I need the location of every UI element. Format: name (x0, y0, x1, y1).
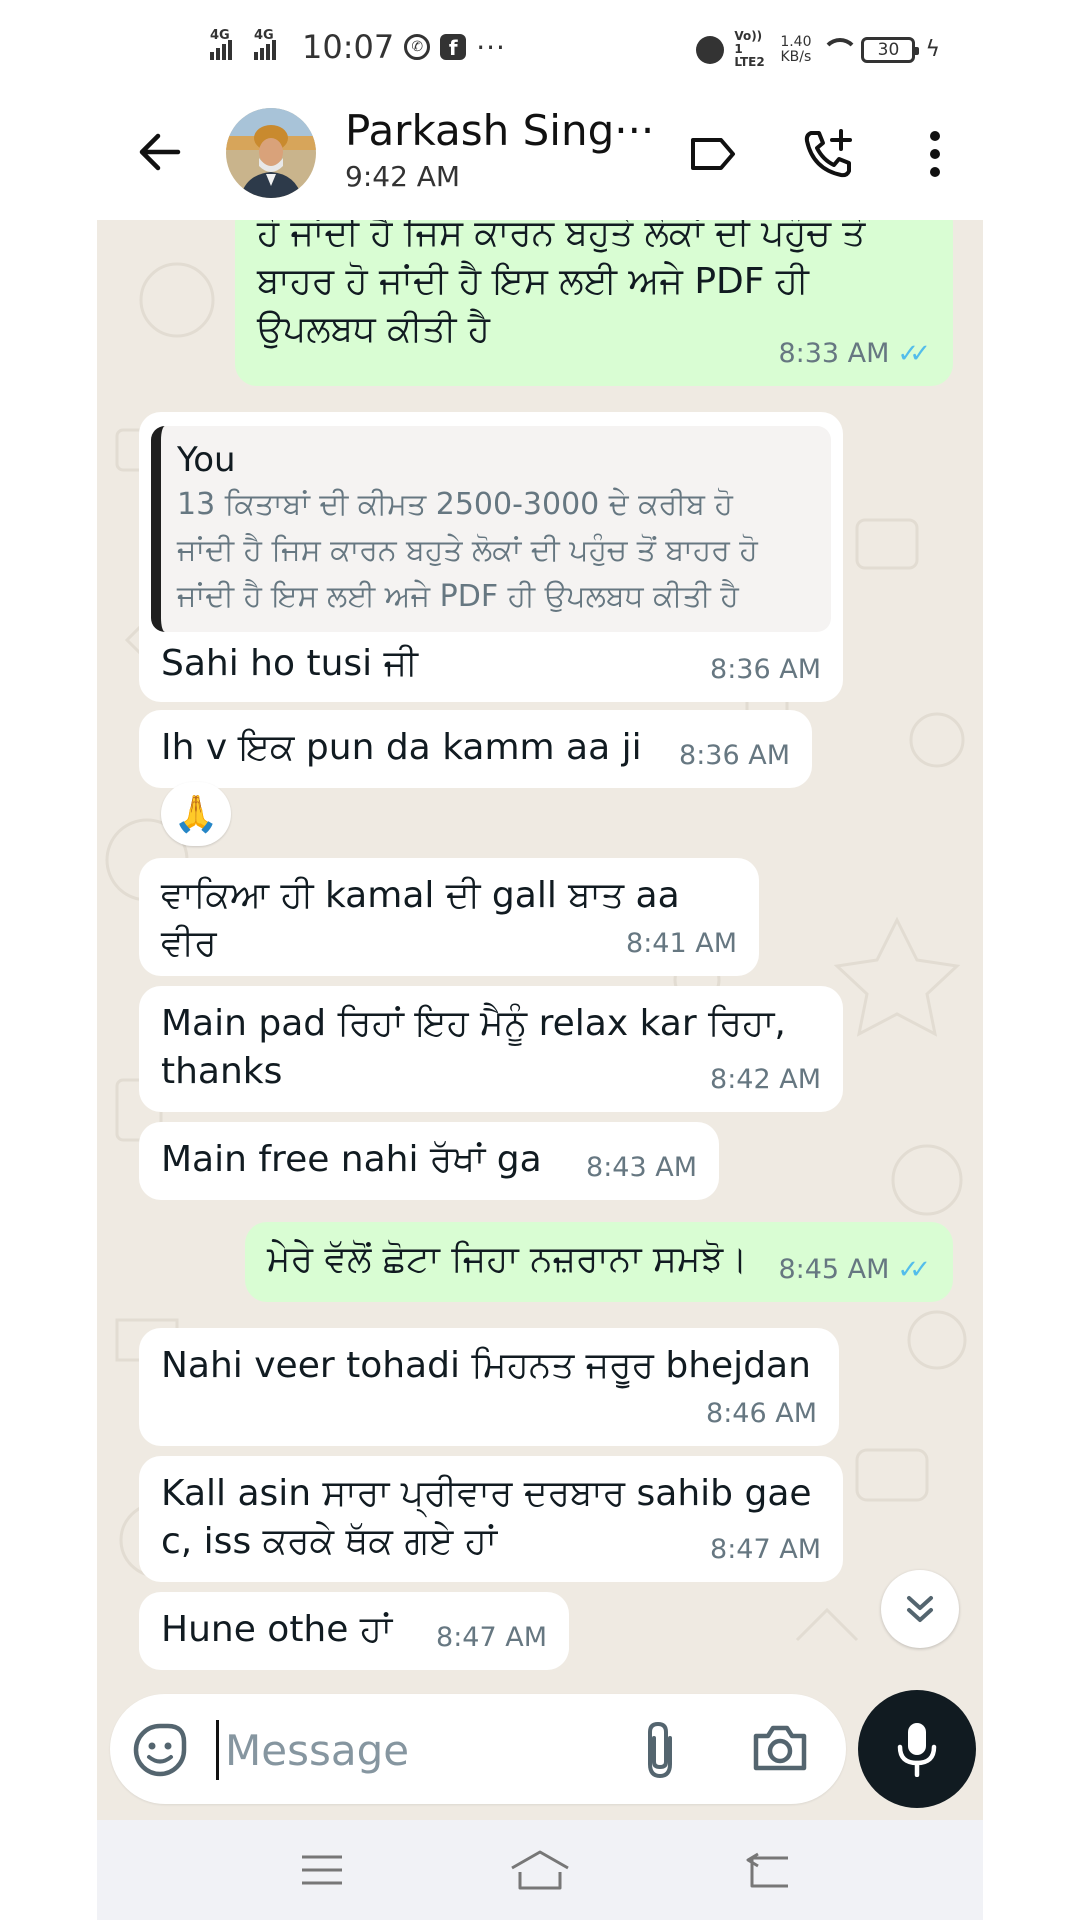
message-text: Main pad ਰਿਹਾਂ ਇਹ ਮੈਨੂੰ relax kar ਰਿਹਾ, (161, 1003, 786, 1044)
attach-button[interactable] (640, 1720, 696, 1780)
scroll-to-bottom-button[interactable] (881, 1570, 959, 1648)
alarm-icon (696, 35, 725, 64)
double-chevron-down-icon (907, 1596, 933, 1622)
add-call-button[interactable] (796, 122, 860, 186)
message-meta: 8:41 AM (626, 920, 737, 968)
more-vertical-icon (930, 131, 940, 177)
status-bar: 4G 4G 10:07 ✆ f ··· Vo)) 1 LTE2 1.40 KB/… (0, 0, 1080, 100)
message-meta: 8:43 AM (586, 1144, 697, 1192)
camera-button[interactable] (750, 1722, 810, 1778)
whatsapp-notification-icon: ✆ (404, 34, 431, 60)
paperclip-icon (648, 1721, 672, 1779)
praying-hands-emoji: 🙏 (173, 794, 219, 835)
quote-text: ਜਾਂਦੀ ਹੈ ਜਿਸ ਕਾਰਨ ਬਹੁਤੇ ਲੋਕਾਂ ਦੀ ਪਹੁੰਚ ਤ… (177, 533, 758, 568)
message-text: Nahi veer tohadi ਮਿਹਨਤ ਜਰੂਰ bhejdan (161, 1345, 811, 1386)
message-time: 8:47 AM (710, 1534, 821, 1565)
home-icon (511, 1850, 569, 1890)
message-bubble-incoming[interactable]: Nahi veer tohadi ਮਿਹਨਤ ਜਰੂਰ bhejdan 8:46… (139, 1328, 839, 1446)
message-bubble-incoming[interactable]: Hune othe ਹਾਂ 8:47 AM (139, 1592, 569, 1670)
message-bubble-incoming[interactable]: Ih v ਇਕ pun da kamm aa ji 8:36 AM (139, 710, 812, 788)
microphone-icon (897, 1723, 937, 1777)
label-button[interactable] (680, 122, 744, 186)
message-bubble-incoming[interactable]: Kall asin ਸਾਰਾ ਪ੍ਰੀਵਾਰ ਦਰਬਾਰ sahib gae c… (139, 1456, 843, 1582)
message-text: ਹੋ ਜਾਂਦੀ ਹੈ ਜਿਸ ਕਾਰਨ ਬਹੁਤੇ ਲੋਕਾਂ ਦੀ ਪਹੁੰ… (257, 220, 866, 254)
message-bubble-outgoing[interactable]: ਹੋ ਜਾਂਦੀ ਹੈ ਜਿਸ ਕਾਰਨ ਬਹੁਤੇ ਲੋਕਾਂ ਦੀ ਪਹੁੰ… (235, 220, 953, 386)
contact-photo (226, 108, 316, 198)
message-bubble-incoming[interactable]: You 13 ਕਿਤਾਬਾਂ ਦੀ ਕੀਮਤ 2500-3000 ਦੇ ਕਰੀਬ… (139, 412, 843, 702)
message-meta: 8:46 AM (706, 1390, 817, 1438)
message-time: 8:43 AM (586, 1152, 697, 1183)
message-meta: 8:33 AM ✓✓ (778, 330, 931, 378)
message-text: Kall asin ਸਾਰਾ ਪ੍ਰੀਵਾਰ ਦਰਬਾਰ sahib gae (161, 1473, 812, 1514)
back-button[interactable] (130, 122, 190, 182)
quoted-message[interactable]: You 13 ਕਿਤਾਬਾਂ ਦੀ ਕੀਮਤ 2500-3000 ਦੇ ਕਰੀਬ… (151, 426, 831, 632)
message-time: 8:42 AM (710, 1064, 821, 1095)
contact-name[interactable]: Parkash Sing··· (345, 106, 655, 155)
message-time: 8:47 AM (436, 1622, 547, 1653)
more-notifications-icon: ··· (476, 30, 506, 64)
sticker-button[interactable] (132, 1722, 188, 1778)
wifi-icon (821, 37, 860, 62)
message-time: 8:46 AM (706, 1398, 817, 1429)
message-time: 8:33 AM (778, 338, 890, 369)
read-receipt-icon: ✓✓ (897, 1255, 930, 1285)
message-time: 8:41 AM (626, 928, 737, 959)
message-bubble-incoming[interactable]: Main pad ਰਿਹਾਂ ਇਹ ਮੈਨੂੰ relax kar ਰਿਹਾ, … (139, 986, 843, 1112)
network-type-label: 4G (210, 28, 230, 43)
recent-apps-button[interactable] (292, 1846, 352, 1894)
home-button[interactable] (510, 1846, 570, 1894)
network-speed-value: 1.40 (780, 33, 812, 50)
message-composer (110, 1694, 846, 1804)
voice-message-button[interactable] (858, 1690, 976, 1808)
back-nav-button[interactable] (737, 1846, 797, 1894)
chat-header: Parkash Sing··· 9:42 AM (0, 100, 1080, 220)
avatar[interactable] (226, 108, 316, 198)
quote-author: You (177, 440, 236, 480)
arrow-left-icon (139, 133, 181, 171)
message-meta: 8:36 AM (679, 732, 790, 780)
message-meta: 8:42 AM (710, 1056, 821, 1104)
menu-lines-icon (302, 1855, 342, 1885)
message-time: 8:36 AM (710, 654, 821, 685)
network-speed: 1.40 KB/s (780, 33, 812, 65)
system-navigation-bar (97, 1820, 983, 1920)
chat-area[interactable]: ਹੋ ਜਾਂਦੀ ਹੈ ਜਿਸ ਕਾਰਨ ਬਹੁਤੇ ਲੋਕਾਂ ਦੀ ਪਹੁੰ… (97, 220, 983, 1698)
message-bubble-incoming[interactable]: Main free nahi ਰੱਖਾਂ ga 8:43 AM (139, 1122, 719, 1200)
signal-strength-icon: 4G (210, 28, 244, 60)
read-receipt-icon: ✓✓ (897, 339, 930, 369)
battery-icon: 30 (861, 36, 920, 63)
message-bubble-outgoing[interactable]: ਮੇਰੇ ਵੱਲੋਂ ਛੋਟਾ ਜਿਹਾ ਨਜ਼ਰਾਨਾ ਸਮਝੋ। 8:45 … (245, 1222, 953, 1302)
message-bubble-incoming[interactable]: ਵਾਕਿਆ ਹੀ kamal ਦੀ gall ਬਾਤ aa ਵੀਰ 8:41 A… (139, 858, 759, 976)
last-seen: 9:42 AM (345, 160, 461, 193)
message-meta: 8:47 AM (710, 1526, 821, 1574)
message-text: ਬਾਹਰ ਹੋ ਜਾਂਦੀ ਹੈ ਇਸ ਲਈ ਅਜੇ PDF ਹੀ (257, 261, 809, 302)
message-input[interactable] (216, 1720, 636, 1780)
message-time: 8:45 AM (778, 1254, 890, 1285)
message-meta: 8:36 AM (710, 646, 821, 694)
volte-indicator: Vo)) 1 LTE2 (734, 29, 765, 69)
message-meta: 8:47 AM (436, 1614, 547, 1662)
camera-icon (753, 1725, 807, 1771)
more-options-button[interactable] (903, 122, 967, 186)
message-time: 8:36 AM (679, 740, 790, 771)
clock: 10:07 (302, 28, 395, 66)
sticker-icon (133, 1723, 187, 1777)
quote-text: ਜਾਂਦੀ ਹੈ ਇਸ ਲਈ ਅਜੇ PDF ਹੀ ਉਪਲਬਧ ਕੀਤੀ ਹੈ (177, 579, 739, 614)
back-nav-icon (746, 1852, 788, 1888)
message-reaction[interactable]: 🙏 (161, 782, 231, 846)
add-call-icon (804, 129, 852, 178)
quote-text: 13 ਕਿਤਾਬਾਂ ਦੀ ਕੀਮਤ 2500-3000 ਦੇ ਕਰੀਬ ਹੋ (177, 487, 733, 522)
charging-icon: ϟ (925, 37, 940, 62)
message-meta: 8:45 AM ✓✓ (778, 1246, 931, 1294)
network-speed-unit: KB/s (780, 48, 812, 65)
network-type-label: 4G (254, 28, 274, 43)
facebook-notification-icon: f (440, 34, 467, 60)
label-tag-icon (691, 138, 735, 170)
signal-strength-icon: 4G (254, 28, 288, 60)
